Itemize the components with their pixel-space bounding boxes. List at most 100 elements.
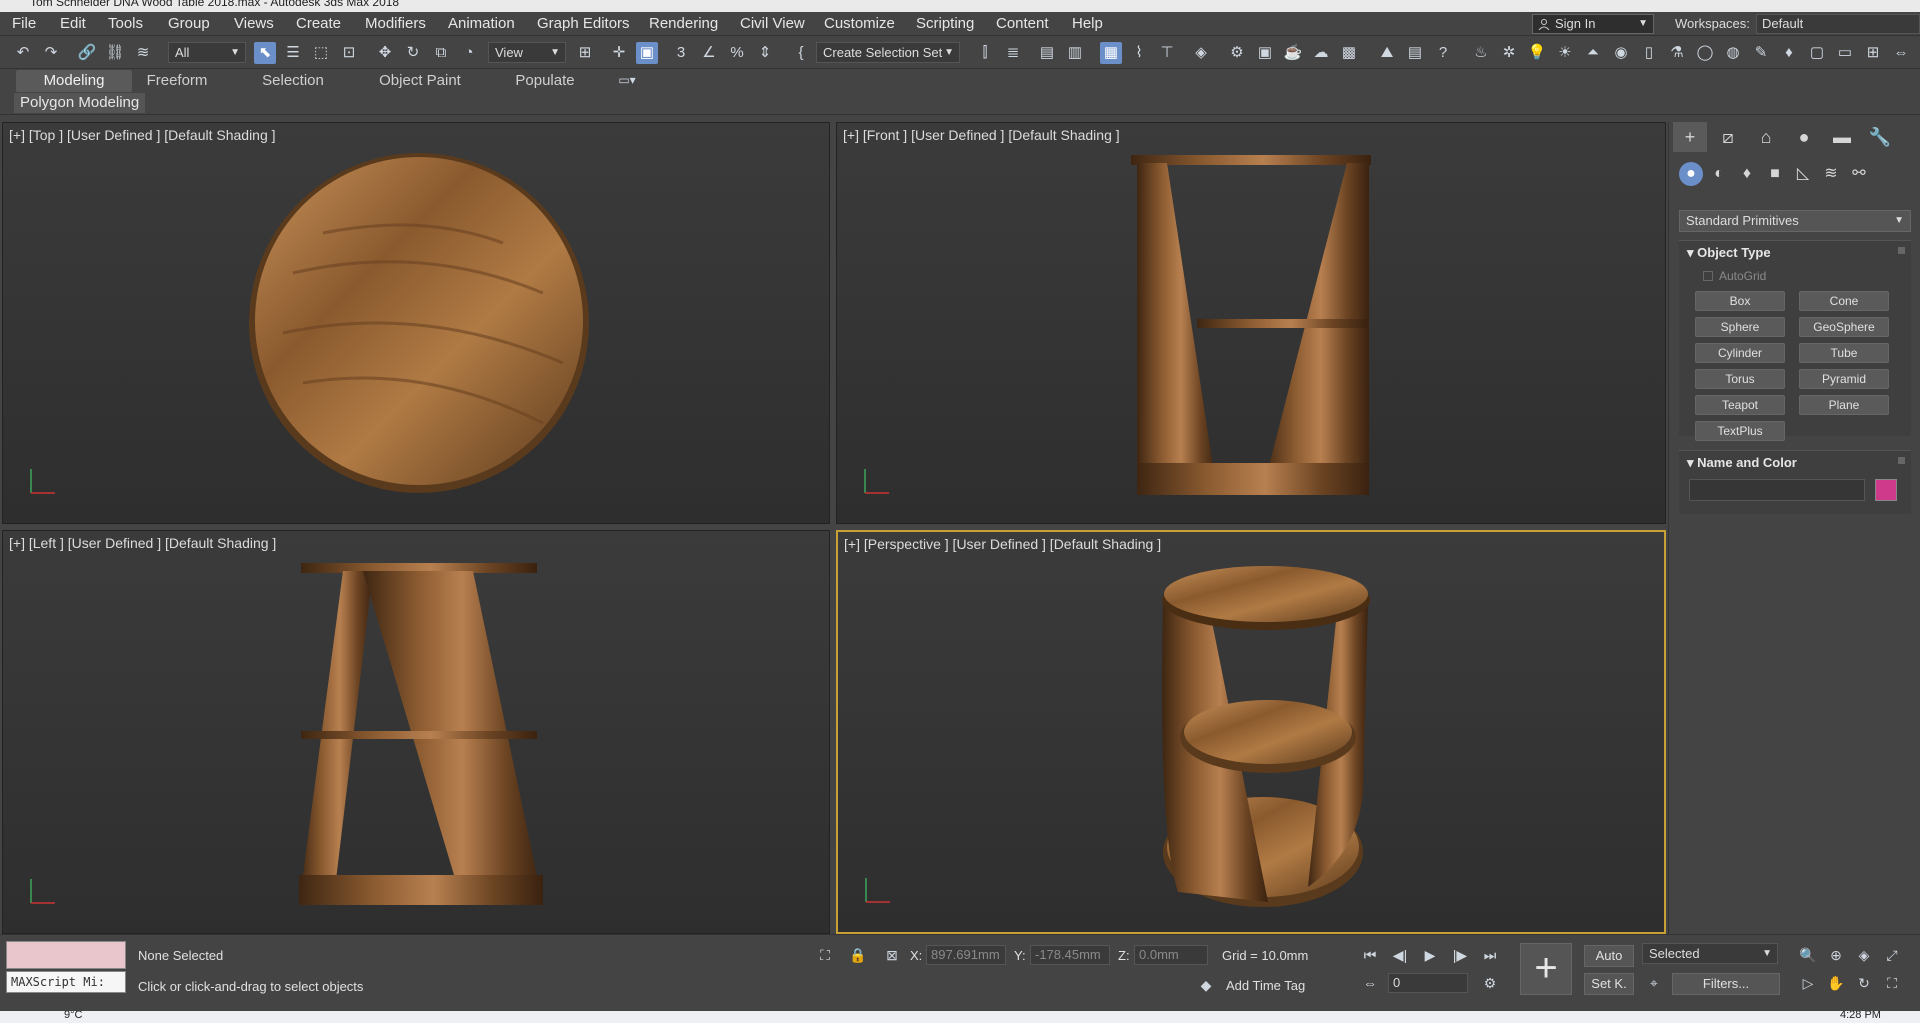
- time-config-icon[interactable]: ⚙: [1480, 973, 1500, 993]
- object-color-swatch[interactable]: [1875, 479, 1897, 501]
- filters-button[interactable]: Filters...: [1672, 973, 1780, 995]
- menu-animation[interactable]: Animation: [448, 15, 515, 33]
- key-filter-select[interactable]: Selected ▼: [1642, 943, 1778, 964]
- menu-rendering[interactable]: Rendering: [649, 15, 718, 33]
- lock-icon[interactable]: 🔒: [848, 945, 868, 965]
- box-icon[interactable]: ▢: [1806, 42, 1828, 64]
- more-tools-icon[interactable]: ⇔: [1890, 42, 1912, 64]
- teapot-icon[interactable]: ♨: [1470, 42, 1492, 64]
- mirror-icon[interactable]: ⫿: [974, 42, 996, 64]
- scene-explorer-icon[interactable]: ▤: [1036, 42, 1058, 64]
- curve-editor-icon[interactable]: ⌇: [1128, 42, 1150, 64]
- autogrid-checkbox[interactable]: [1703, 271, 1713, 281]
- viewport-top[interactable]: [+] [Top ] [User Defined ] [Default Shad…: [2, 122, 830, 524]
- undo-icon[interactable]: ↶: [12, 42, 34, 64]
- menu-modifiers[interactable]: Modifiers: [365, 15, 426, 33]
- shapes-icon[interactable]: ◐: [1707, 162, 1731, 186]
- material-editor-icon[interactable]: ◈: [1190, 42, 1212, 64]
- tube-button[interactable]: Tube: [1799, 343, 1889, 363]
- time-slider-icon[interactable]: ⇔: [1360, 973, 1380, 993]
- rect-selection-icon[interactable]: ⬚: [310, 42, 332, 64]
- space-warps-icon[interactable]: ≋: [1819, 162, 1843, 186]
- key-mode-icon[interactable]: ⌖: [1644, 973, 1664, 993]
- rendered-frame-icon[interactable]: ▣: [1254, 42, 1276, 64]
- maximize-viewport-icon[interactable]: ⛶: [1882, 973, 1902, 993]
- lights-icon[interactable]: ♦: [1735, 162, 1759, 186]
- scale-icon[interactable]: ⧉: [430, 42, 452, 64]
- sun-icon[interactable]: ☀: [1554, 42, 1576, 64]
- render-production-icon[interactable]: ☕: [1282, 42, 1304, 64]
- render-cloud-icon[interactable]: ▩: [1338, 42, 1360, 64]
- viewport-left[interactable]: [+] [Left ] [User Defined ] [Default Sha…: [2, 530, 830, 934]
- select-by-name-icon[interactable]: ☰: [282, 42, 304, 64]
- move-icon[interactable]: ✥: [374, 42, 396, 64]
- schematic-view-icon[interactable]: ⊤: [1156, 42, 1178, 64]
- field-of-view-icon[interactable]: ▷: [1798, 973, 1818, 993]
- x-coordinate-field[interactable]: 897.691mm: [926, 945, 1006, 965]
- light-icon[interactable]: 💡: [1526, 42, 1548, 64]
- menu-tools[interactable]: Tools: [108, 15, 143, 33]
- polygon-modeling-tab[interactable]: Polygon Modeling: [14, 93, 146, 113]
- window-icon[interactable]: ▭: [1834, 42, 1856, 64]
- zoom-all-icon[interactable]: ⊕: [1826, 945, 1846, 965]
- keyboard-shortcut-toggle-icon[interactable]: ▣: [636, 42, 658, 64]
- sphere-button[interactable]: Sphere: [1695, 317, 1785, 337]
- isolate-selection-icon[interactable]: ⛶: [815, 945, 835, 965]
- add-time-tag[interactable]: Add Time Tag: [1226, 978, 1305, 993]
- current-frame-field[interactable]: 0: [1388, 973, 1468, 993]
- torus-icon[interactable]: ◯: [1694, 42, 1716, 64]
- menu-create[interactable]: Create: [296, 15, 341, 33]
- primitive-category-select[interactable]: Standard Primitives ▼: [1679, 210, 1911, 232]
- rollout-pin-icon[interactable]: [1898, 457, 1905, 464]
- sign-in-dropdown[interactable]: Sign In ▼: [1532, 14, 1654, 34]
- fluid-icon[interactable]: ◍: [1722, 42, 1744, 64]
- pyramid-button[interactable]: Pyramid: [1799, 369, 1889, 389]
- cylinder-button[interactable]: Cylinder: [1695, 343, 1785, 363]
- motion-tab-icon[interactable]: ●: [1787, 122, 1821, 152]
- orbit-icon[interactable]: ↻: [1854, 973, 1874, 993]
- utilities-tab-icon[interactable]: 🔧: [1863, 122, 1897, 152]
- go-to-start-icon[interactable]: ⏮: [1360, 945, 1380, 965]
- torus-button[interactable]: Torus: [1695, 369, 1785, 389]
- previous-frame-icon[interactable]: ◀|: [1390, 945, 1410, 965]
- place-icon[interactable]: ◔: [458, 42, 480, 64]
- select-object-icon[interactable]: ⬉: [254, 42, 276, 64]
- display-tab-icon[interactable]: ▬: [1825, 122, 1859, 152]
- y-coordinate-field[interactable]: -178.45mm: [1030, 945, 1110, 965]
- systems-icon[interactable]: ⚯: [1847, 162, 1871, 186]
- maxscript-listener-output[interactable]: [6, 941, 126, 969]
- civil-view-icon[interactable]: ⛰: [1376, 42, 1398, 64]
- zoom-extents-all-icon[interactable]: ⤢: [1882, 945, 1902, 965]
- object-name-input[interactable]: [1689, 479, 1865, 501]
- menu-views[interactable]: Views: [234, 15, 274, 33]
- cone-light-icon[interactable]: ⏶: [1582, 42, 1604, 64]
- time-tag-icon[interactable]: ◆: [1196, 975, 1216, 995]
- grid-icon[interactable]: ⊞: [1862, 42, 1884, 64]
- named-selection-set[interactable]: Create Selection Set ▼: [816, 42, 960, 63]
- tab-modeling[interactable]: Modeling: [16, 70, 132, 92]
- plane-button[interactable]: Plane: [1799, 395, 1889, 415]
- rollout-pin-icon[interactable]: [1898, 247, 1905, 254]
- set-key-button[interactable]: Set K.: [1584, 973, 1634, 995]
- textplus-button[interactable]: TextPlus: [1695, 421, 1785, 441]
- tab-freeform[interactable]: Freeform: [132, 70, 222, 92]
- hierarchy-tab-icon[interactable]: ⌂: [1749, 122, 1783, 152]
- render-iterative-icon[interactable]: ☁: [1310, 42, 1332, 64]
- toggle-ribbon-icon[interactable]: ▦: [1100, 42, 1122, 64]
- tab-object-paint[interactable]: Object Paint: [370, 70, 470, 92]
- spinner-snap-icon[interactable]: ⇕: [754, 42, 776, 64]
- selection-filter[interactable]: All ▼: [168, 42, 246, 63]
- menu-civil-view[interactable]: Civil View: [740, 15, 805, 33]
- panel-icon[interactable]: ▤: [1404, 42, 1426, 64]
- create-tab-icon[interactable]: +: [1673, 122, 1707, 152]
- reference-coord-select[interactable]: View ▼: [488, 42, 566, 63]
- helpers-icon[interactable]: ◺: [1791, 162, 1815, 186]
- redo-icon[interactable]: ↷: [40, 42, 62, 64]
- percent-snap-icon[interactable]: %: [726, 42, 748, 64]
- zoom-icon[interactable]: 🔍: [1798, 945, 1818, 965]
- layer-explorer-icon[interactable]: ▥: [1064, 42, 1086, 64]
- cameras-icon[interactable]: ■: [1763, 162, 1787, 186]
- zoom-extents-icon[interactable]: ◈: [1854, 945, 1874, 965]
- align-icon[interactable]: ≣: [1002, 42, 1024, 64]
- box-button[interactable]: Box: [1695, 291, 1785, 311]
